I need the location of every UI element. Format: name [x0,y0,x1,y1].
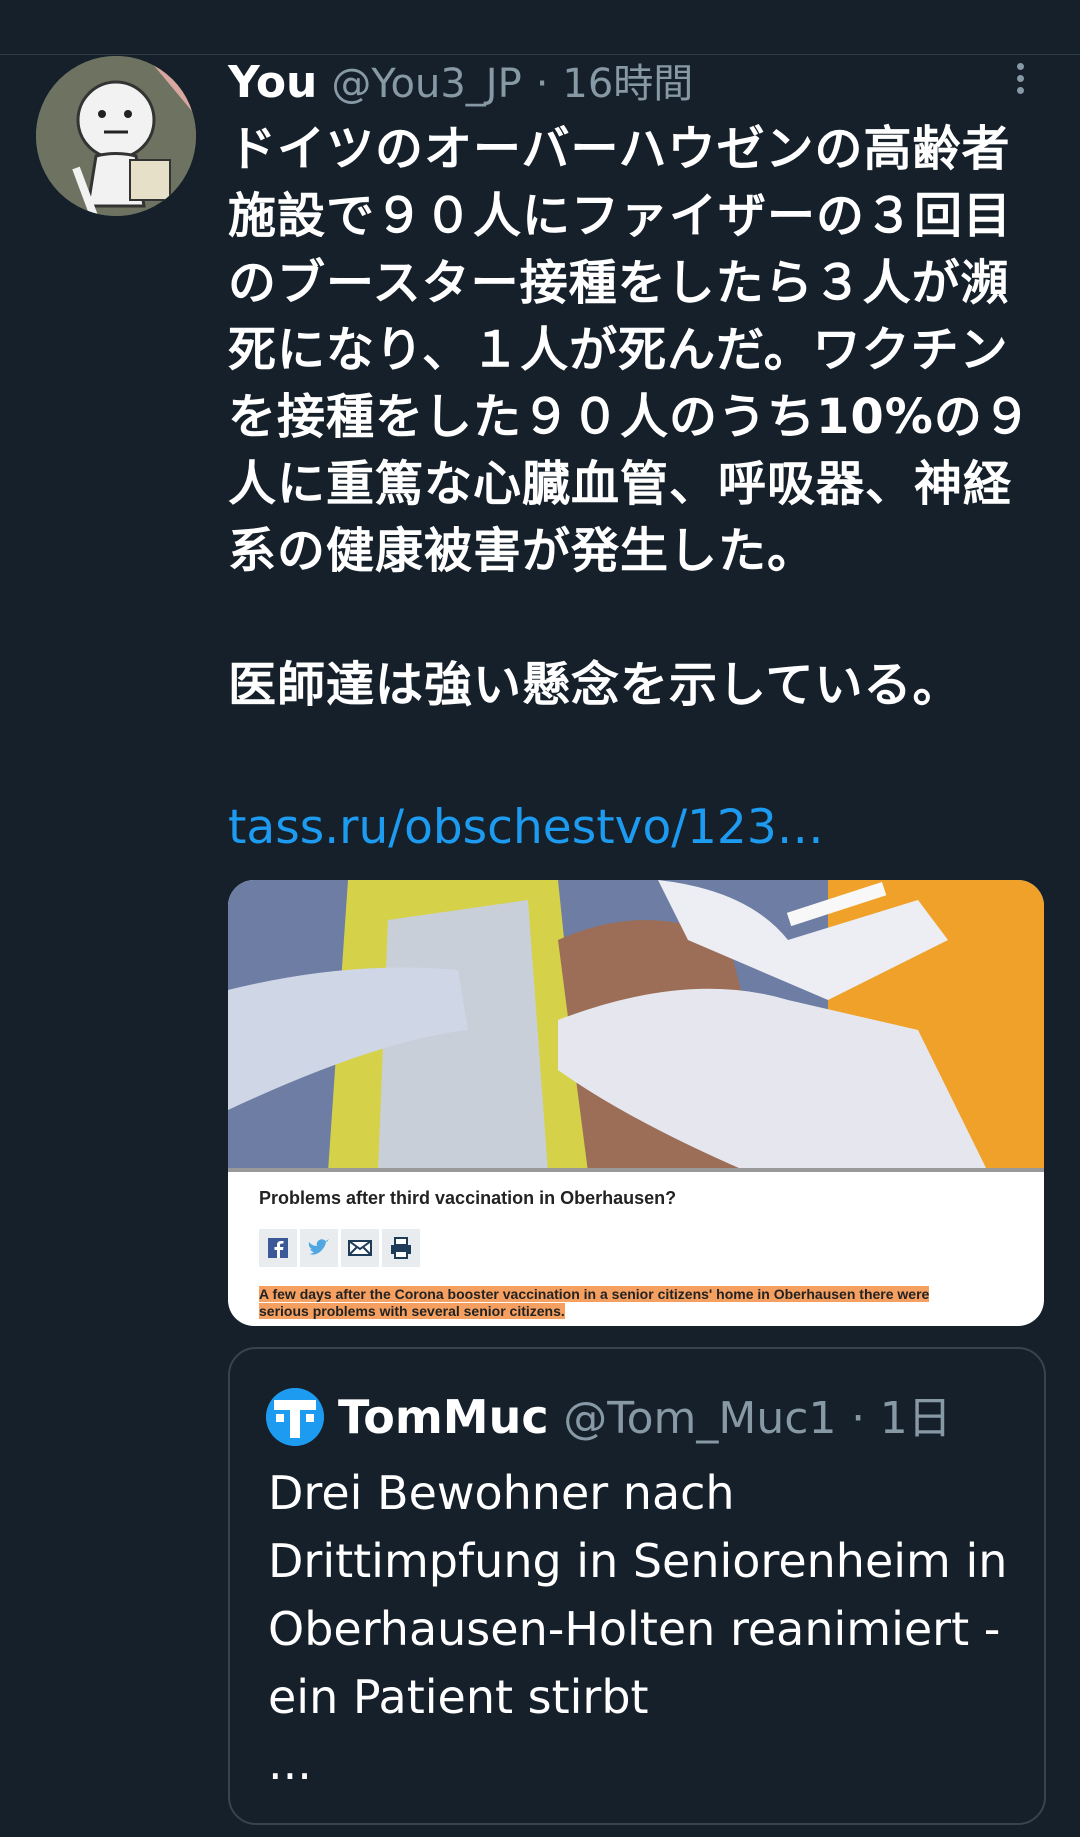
card-excerpt-text: A few days after the Corona booster vacc… [259,1286,930,1319]
twitter-icon[interactable] [300,1229,338,1267]
tweet-link[interactable]: tass.ru/obschestvo/123… [228,800,824,855]
facebook-icon[interactable] [259,1229,297,1267]
print-icon[interactable] [382,1229,420,1267]
header-separator: · [535,61,549,107]
quoted-tweet[interactable]: TomMuc @Tom_Muc1 · 1日 Drei Bewohner nach… [228,1347,1046,1825]
card-title[interactable]: Problems after third vaccination in Ober… [259,1188,676,1209]
tweet-timestamp[interactable]: 16時間 [562,61,693,107]
avatar-image [36,56,196,216]
card-excerpt: A few days after the Corona booster vacc… [259,1286,979,1320]
tweet-header: You @You3_JP · 16時間 [228,52,1048,114]
card-photo [228,880,1044,1172]
share-buttons [259,1229,423,1269]
more-options-icon[interactable] [1005,58,1035,104]
author-handle[interactable]: @You3_JP [331,61,521,107]
author-name[interactable]: You [228,57,317,108]
tweet[interactable]: You @You3_JP · 16時間 ドイツのオーバーハウゼンの高齢者施設で９… [228,52,1048,719]
quoted-timestamp: 1日 [879,1393,952,1444]
quoted-avatar [266,1387,324,1446]
quoted-author-name: TomMuc [338,1390,549,1444]
avatar[interactable] [36,56,196,216]
mail-icon[interactable] [341,1229,379,1267]
top-bar [0,0,1080,55]
link-card[interactable]: Problems after third vaccination in Ober… [228,880,1044,1326]
quoted-author-handle: @Tom_Muc1 [563,1393,837,1444]
quoted-separator: · [851,1393,866,1444]
quoted-tweet-text: Drei Bewohner nach Drittimpfung in Senio… [268,1459,1028,1790]
tweet-text: ドイツのオーバーハウゼンの高齢者施設で９０人にファイザーの３回目のブースター接種… [228,121,1032,713]
quoted-ellipsis: ... [268,1736,312,1790]
quoted-tweet-header: TomMuc @Tom_Muc1 · 1日 [266,1385,952,1449]
quoted-text: Drei Bewohner nach Drittimpfung in Senio… [268,1466,1008,1724]
